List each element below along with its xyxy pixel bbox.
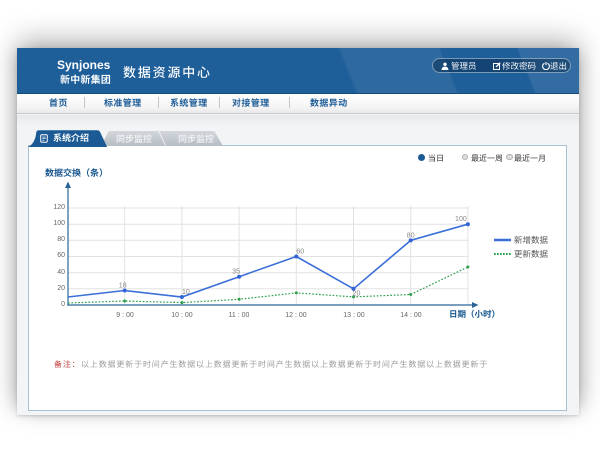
svg-text:10: 10 <box>182 289 190 296</box>
svg-text:35: 35 <box>232 269 240 276</box>
svg-text:80: 80 <box>407 232 415 239</box>
svg-text:18: 18 <box>119 283 127 290</box>
svg-text:100: 100 <box>455 216 467 223</box>
svg-text:60: 60 <box>296 249 304 256</box>
svg-text:20: 20 <box>353 291 361 298</box>
